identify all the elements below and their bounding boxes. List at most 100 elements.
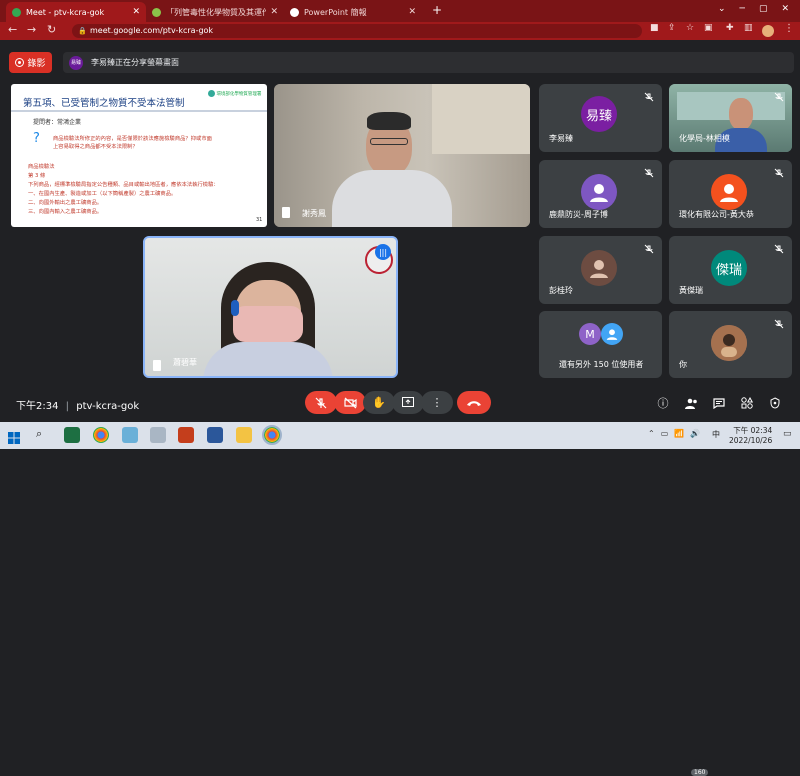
taskbar-time: 下午 02:34 <box>733 426 773 435</box>
speaking-indicator-icon: ||| <box>375 244 391 260</box>
word-icon[interactable] <box>207 427 223 443</box>
browser-tab-strip: Meet - ptv-kcra-gok ✕ 「列管毒性化學物質及其運作管理」 ✕… <box>0 0 800 22</box>
participant-tile[interactable]: 鹿鼎防災-周子博 <box>539 160 662 228</box>
chrome-favicon-icon <box>290 7 299 17</box>
active-speaker-tile[interactable]: ||| 蕭碧華 <box>143 236 398 378</box>
profile-avatar[interactable] <box>762 25 774 37</box>
hang-up-icon <box>467 400 481 406</box>
law-text-3: 二、向國外輸出之農工礦商品。 <box>28 200 103 206</box>
meeting-details-icon[interactable]: ⓘ <box>655 395 671 411</box>
person-head <box>729 98 753 130</box>
raise-hand-button[interactable]: ✋ <box>363 391 395 414</box>
pin-icon[interactable] <box>282 207 290 218</box>
participant-avatar <box>581 174 617 210</box>
participant-name: 化學局-林相模 <box>679 134 730 143</box>
more-vert-icon: ⋮ <box>431 396 443 409</box>
search-icon[interactable]: ⌕ <box>36 427 42 441</box>
close-icon[interactable]: ✕ <box>408 7 416 17</box>
url-field[interactable]: 🔒 meet.google.com/ptv-kcra-gok <box>72 24 642 38</box>
menu-kebab-icon[interactable]: ⋮ <box>784 23 794 34</box>
presenter-avatar: 易臻 <box>69 55 83 70</box>
headset-icon <box>231 300 239 316</box>
shared-screen-slide[interactable]: 第五項、已受管制之物質不受本法管制 環境部化學物質管理署 提問者：常鴻企業 ? … <box>11 84 267 227</box>
person-shirt <box>203 342 333 376</box>
meeting-clock: 下午2:34 | ptv-kcra-gok <box>16 397 139 412</box>
speaker-video-tile[interactable]: 謝秀鳳 <box>274 84 530 227</box>
window-controls[interactable]: ⌄─▢✕ <box>718 4 800 14</box>
participant-avatar: M <box>579 323 601 345</box>
recording-button[interactable]: 錄影 <box>9 52 52 73</box>
share-icon[interactable]: ⇪ <box>668 23 676 33</box>
meeting-code: ptv-kcra-gok <box>76 401 140 412</box>
law-text-4: 三、向國內輸入之農工礦商品。 <box>28 209 103 215</box>
pin-icon[interactable] <box>153 360 161 371</box>
excel-icon[interactable] <box>64 427 80 443</box>
mic-off-icon <box>644 168 654 178</box>
slide-logo: 環境部化學物質管理署 <box>208 90 261 97</box>
back-icon[interactable]: ← <box>8 23 17 36</box>
participant-avatar: 傑瑞 <box>711 250 747 286</box>
participant-tile[interactable]: 環化有限公司-黃大恭 <box>669 160 792 228</box>
camera-toggle-button[interactable] <box>334 391 366 414</box>
powerpoint-icon[interactable] <box>178 427 194 443</box>
extensions-puzzle-icon[interactable]: ✚ <box>726 23 734 33</box>
tab-meet[interactable]: Meet - ptv-kcra-gok ✕ <box>6 2 146 22</box>
logo-text: 環境部化學物質管理署 <box>216 92 262 97</box>
extension-icon[interactable]: ▣ <box>704 23 713 33</box>
reload-icon[interactable]: ↻ <box>47 23 56 36</box>
ime-indicator[interactable]: 中 <box>712 429 720 440</box>
tab-powerpoint[interactable]: PowerPoint 簡報 ✕ <box>284 2 422 22</box>
participant-tile[interactable]: 易臻 李易臻 <box>539 84 662 152</box>
participant-name: 黃傑瑞 <box>679 286 703 295</box>
mic-toggle-button[interactable] <box>305 391 337 414</box>
chat-icon[interactable] <box>711 395 727 411</box>
address-bar-row: ← → ↻ 🔒 meet.google.com/ptv-kcra-gok ■ ⇪… <box>0 22 800 40</box>
record-icon <box>15 58 25 67</box>
forward-icon[interactable]: → <box>27 23 36 36</box>
mic-off-icon <box>774 244 784 254</box>
mic-off-icon <box>315 397 327 408</box>
leave-call-button[interactable] <box>457 391 491 414</box>
camera-indicator-icon[interactable]: ■ <box>650 23 659 33</box>
sidebar-icon[interactable]: ▥ <box>744 23 753 33</box>
participant-tile[interactable]: 傑瑞 黃傑瑞 <box>669 236 792 304</box>
host-controls-icon[interactable] <box>767 395 783 411</box>
activities-icon[interactable] <box>739 395 755 411</box>
person-icon <box>590 184 608 202</box>
windows-start-icon[interactable] <box>8 429 20 444</box>
notification-icon[interactable]: ▭ <box>783 429 792 439</box>
system-tray-icons[interactable]: ⌃▭📶🔊 <box>648 429 706 438</box>
chrome-active-icon[interactable] <box>262 425 282 445</box>
participant-avatar <box>581 250 617 286</box>
participant-name: 鹿鼎防災-周子博 <box>549 210 608 219</box>
law-text-1: 下列商品，經標準檢驗局指定公告種類、品目或輸出地區者，應依本法執行檢驗： <box>28 182 219 188</box>
person-icon <box>711 325 747 361</box>
participant-tile[interactable]: 彭桂玲 <box>539 236 662 304</box>
chrome-icon[interactable] <box>93 427 109 443</box>
taskbar-date: 2022/10/26 <box>729 436 773 445</box>
file-explorer-icon[interactable] <box>236 427 252 443</box>
app-icon-2[interactable] <box>150 427 166 443</box>
app-icon[interactable] <box>122 427 138 443</box>
asker-line: 提問者：常鴻企業 <box>33 119 82 126</box>
participant-tile[interactable]: 化學局-林相模 <box>669 84 792 152</box>
participant-avatar <box>711 174 747 210</box>
close-icon[interactable]: ✕ <box>270 7 278 17</box>
more-participants-label: 還有另外 150 位使用者 <box>559 360 644 369</box>
taskbar-clock[interactable]: 下午 02:34 2022/10/26 <box>729 426 772 446</box>
tab-course[interactable]: 「列管毒性化學物質及其運作管理」 ✕ <box>146 2 284 22</box>
more-participants-tile[interactable]: M 還有另外 150 位使用者 <box>539 311 662 378</box>
people-icon[interactable] <box>683 395 699 411</box>
participant-avatar <box>601 323 623 345</box>
more-options-button[interactable]: ⋮ <box>421 391 453 414</box>
new-tab-button[interactable]: + <box>432 3 442 17</box>
title-divider <box>11 110 267 112</box>
person-shirt <box>332 170 452 227</box>
mic-off-icon <box>774 319 784 329</box>
close-icon[interactable]: ✕ <box>132 7 140 17</box>
tab-label: PowerPoint 簡報 <box>304 7 367 17</box>
present-now-button[interactable] <box>392 391 424 414</box>
self-tile[interactable]: 你 <box>669 311 792 378</box>
slide-page-number: 31 <box>256 217 263 223</box>
bookmark-star-icon[interactable]: ☆ <box>686 23 694 33</box>
